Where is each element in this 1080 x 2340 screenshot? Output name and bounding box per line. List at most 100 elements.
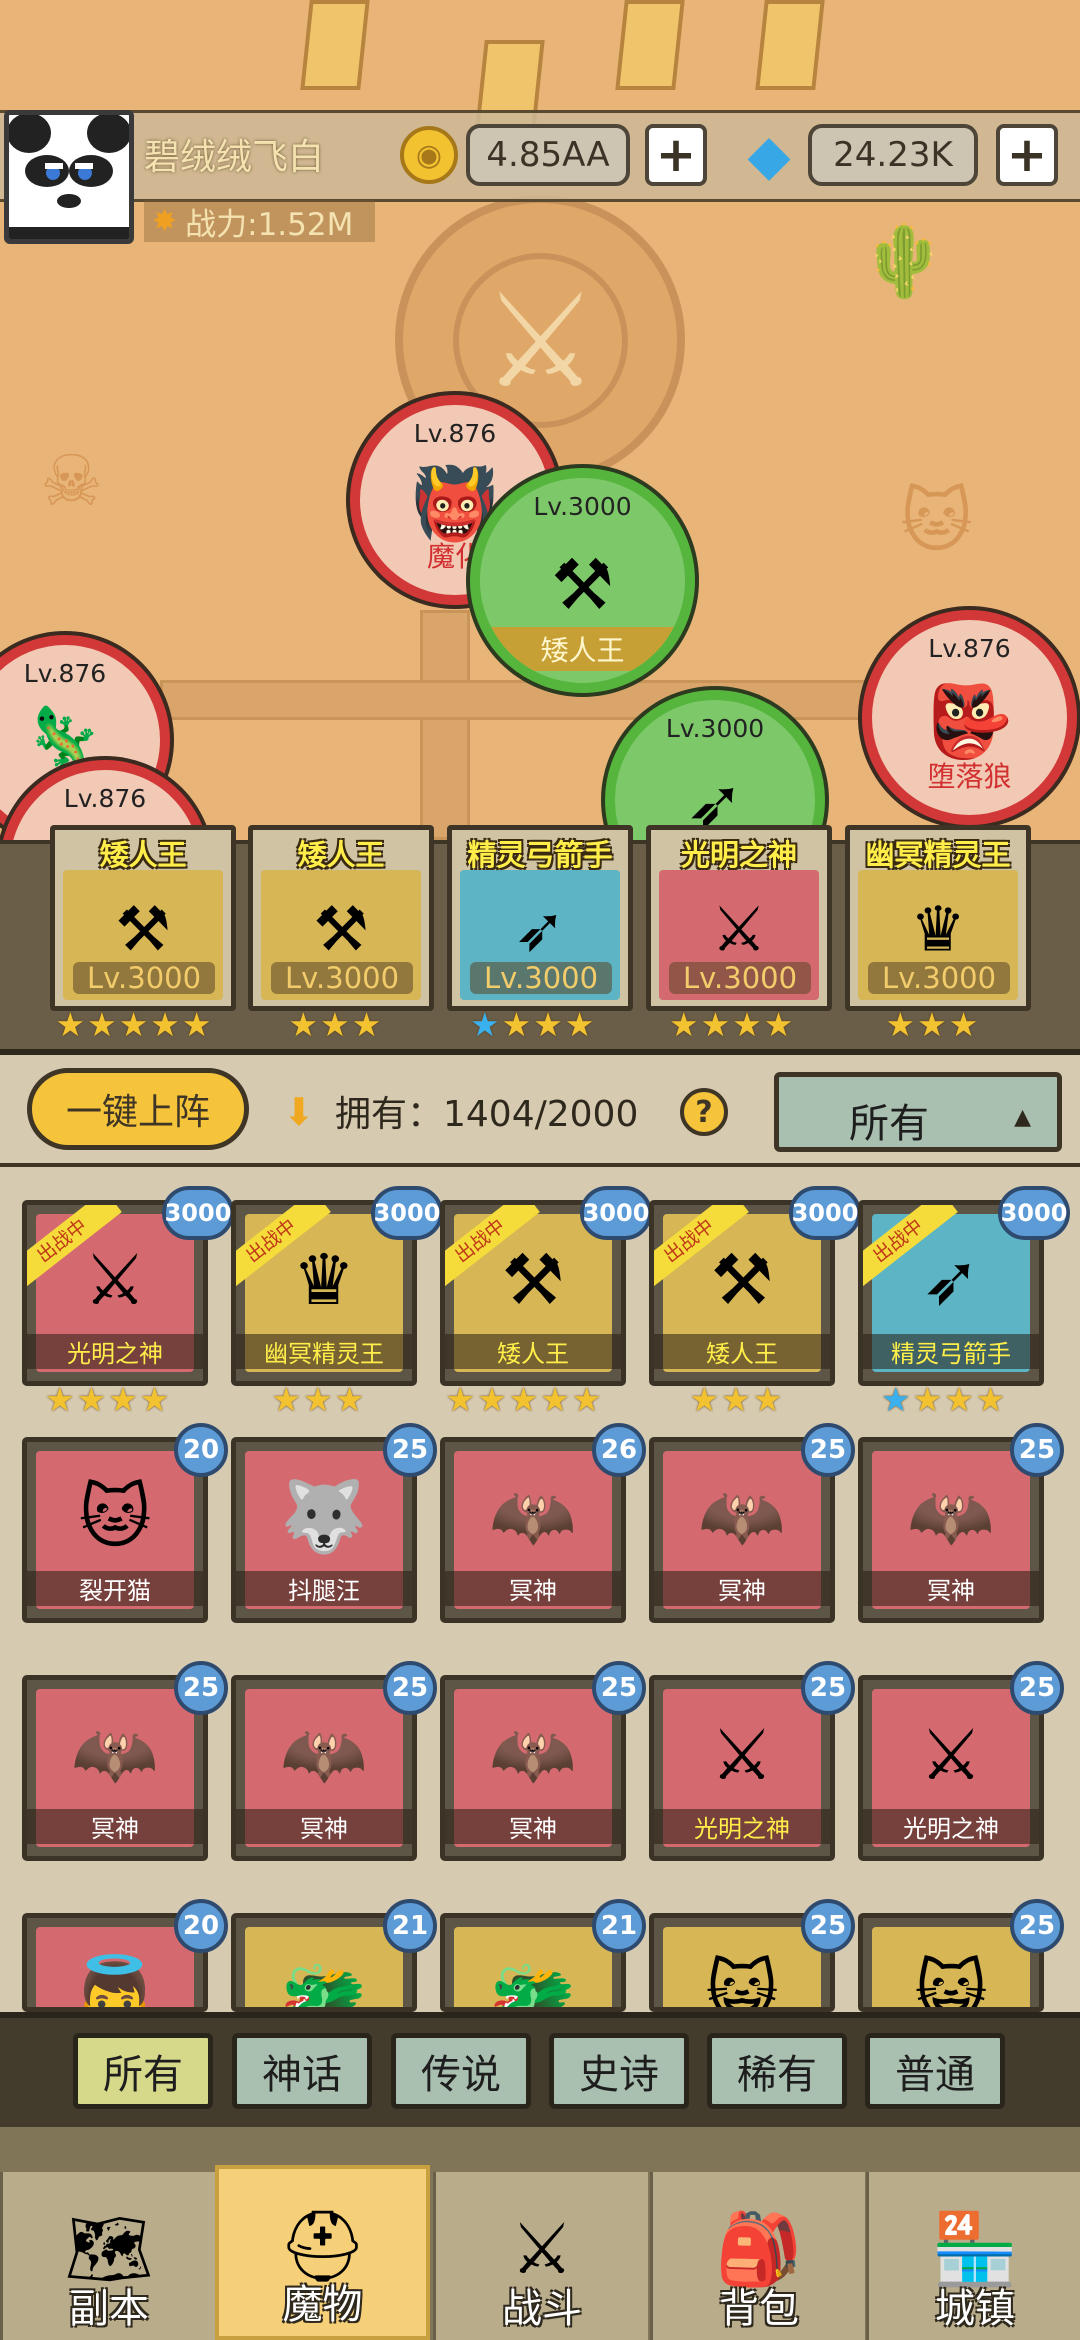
star-rating: ★ ★ ★ ★ [669,1005,793,1044]
monster-figure-icon: ⚔ [710,1714,774,1797]
unit-level: Lv.3000 [470,962,612,994]
monster-figure-icon: 🐲 [280,1951,368,2012]
star-icon: ★ [732,1005,762,1044]
gold-coin-icon: ◉ [400,126,458,184]
star-icon: ★ [975,1380,1006,1419]
add-gem-button[interactable]: + [996,124,1058,186]
monster-portrait: 🐲 [454,1927,612,2007]
filter-dropdown[interactable]: 所有 ▲ [774,1072,1062,1152]
monster-name: 冥神 [445,1809,621,1844]
rarity-tab[interactable]: 传说 [391,2033,531,2109]
nav-item[interactable]: 🎒 背包 [650,2172,865,2340]
help-icon[interactable]: ? [680,1088,728,1136]
star-rating: ★ ★ ★ ★ ★ [56,1005,212,1044]
monster-portrait: 😺 [872,1927,1030,2007]
rarity-tab[interactable]: 稀有 [707,2033,847,2109]
level-badge: 20 [174,1899,228,1953]
star-icon: ★ [445,1380,476,1419]
star-icon: ★ [721,1380,751,1419]
lineup-unit-name: 幽冥精灵王 [865,838,1011,872]
star-icon: ★ [944,1380,974,1419]
star-icon: ★ [334,1380,365,1419]
filter-dropdown-value: 所有 [849,1101,929,1147]
cat-statue-icon: 🐱 [900,480,973,562]
rarity-tab[interactable]: 所有 [73,2033,213,2109]
star-icon: ★ [669,1005,699,1044]
auto-deploy-button[interactable]: 一键上阵 [27,1068,249,1150]
star-icon: ★ [533,1005,563,1044]
level-badge: 26 [592,1423,646,1477]
monster-figure-icon: 🦇 [489,1475,577,1558]
nav-item[interactable]: ⚔ 战斗 [433,2172,648,2340]
monster-figure-icon: ⚔ [919,1714,983,1797]
star-icon: ★ [477,1380,507,1419]
unit-level: Lv.876 [23,659,107,688]
star-icon: ★ [571,1380,602,1419]
lineup-slot[interactable]: ⚒ 矮人王 Lv.3000 [248,825,434,1011]
unit-figure-icon: ➶ [514,892,566,965]
star-icon: ★ [45,1380,75,1419]
rarity-tab[interactable]: 史诗 [549,2033,689,2109]
skull-icon: ☠ [40,440,103,522]
star-rating: ★ ★ ★ [272,1380,365,1419]
monster-name: 光明之神 [654,1809,830,1844]
lineup-slot[interactable]: ⚔ 光明之神 Lv.3000 [646,825,832,1011]
monster-portrait: 🐲 [245,1927,403,2012]
unit-figure-icon: ⚒ [313,892,369,965]
nav-item[interactable]: ⛑ 魔物 [215,2165,430,2340]
level-badge: 25 [383,1661,437,1715]
lineup-slot[interactable]: ➶ 精灵弓箭手 Lv.3000 [447,825,633,1011]
star-icon: ★ [303,1380,333,1419]
star-icon: ★ [150,1005,180,1044]
level-badge: 3000 [789,1186,861,1240]
lineup-slot[interactable]: ♛ 幽冥精灵王 Lv.3000 [845,825,1031,1011]
nav-label: 战斗 [502,2286,582,2332]
monster-name: 冥神 [445,1571,621,1606]
monster-name: 光明之神 [27,1334,203,1369]
unit-level: Lv.3000 [271,962,413,994]
player-avatar[interactable] [4,110,134,244]
monster-figure-icon: ⚔ [83,1239,147,1322]
monster-name: 冥神 [654,1571,830,1606]
star-icon: ★ [881,1380,911,1419]
unit-level: Lv.3000 [533,492,632,521]
unit-name: 矮人王 [480,627,685,671]
star-icon: ★ [87,1005,117,1044]
star-icon: ★ [139,1380,170,1419]
map-road [420,610,470,840]
rarity-tab[interactable]: 神话 [232,2033,372,2109]
monster-name: 幽冥精灵王 [236,1334,412,1369]
combat-power: ✸ 战力:1.52M [144,200,376,243]
monster-figure-icon: 👼 [71,1951,159,2012]
level-badge: 3000 [162,1186,234,1240]
lineup-slot[interactable]: ⚒ 矮人王 Lv.3000 [50,825,236,1011]
map-unit[interactable]: Lv.876 👺 堕落狼 [862,610,1077,825]
dwarf-king-icon: ⚒ [551,543,614,626]
unit-name: 堕落狼 [927,760,1012,793]
lineup-unit-name: 矮人王 [297,838,385,872]
star-rating: ★ ★ ★ ★ [470,1005,594,1044]
star-icon: ★ [118,1005,149,1044]
monster-figure-icon: 😺 [705,1952,779,2012]
add-gold-button[interactable]: + [645,124,707,186]
fallen-brute-icon: 👺 [925,680,1014,763]
star-icon: ★ [55,1005,86,1044]
star-icon: ★ [271,1380,302,1419]
rarity-tab[interactable]: 普通 [865,2033,1005,2109]
star-icon: ★ [885,1005,916,1044]
unit-level: Lv.3000 [868,962,1010,994]
map-unit[interactable]: Lv.3000 ⚒ 矮人王 [470,468,695,693]
unit-level: Lv.3000 [665,714,765,743]
star-rating: ★ ★ ★ [886,1005,979,1044]
unit-level: Lv.876 [413,419,497,448]
level-badge: 25 [174,1661,228,1715]
nav-item[interactable]: 🗺 副本 [0,2172,215,2340]
level-badge: 25 [801,1661,855,1715]
star-icon: ★ [752,1380,783,1419]
monster-figure-icon: 🐱 [78,1476,152,1559]
star-rating: ★ ★ ★ [289,1005,382,1044]
star-icon: ★ [540,1380,570,1419]
power-icon: ✸ [152,203,178,239]
monster-name: 抖腿汪 [236,1571,412,1606]
nav-item[interactable]: 🏪 城镇 [866,2172,1080,2340]
